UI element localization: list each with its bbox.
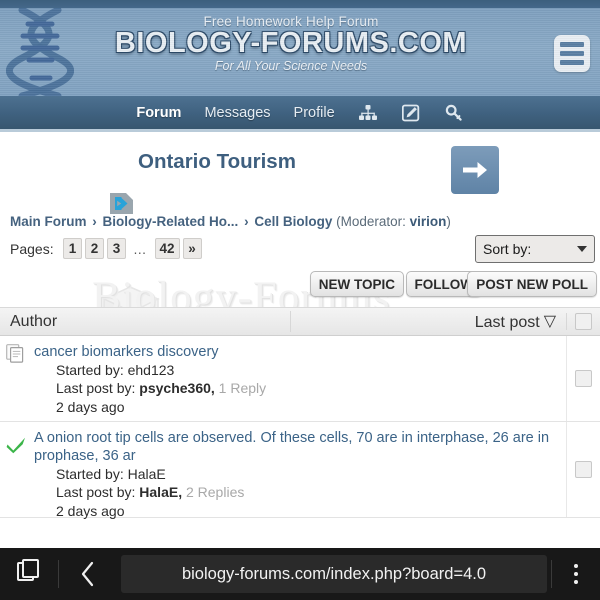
page-link-3[interactable]: 3 (107, 238, 126, 259)
started-by-label: Started by: (56, 466, 124, 483)
breadcrumb-separator-2: › (244, 214, 249, 229)
pages-document-icon (0, 336, 32, 421)
started-by-user[interactable]: ehd123 (128, 362, 175, 378)
main-navigation: Forum Messages Profile (0, 96, 600, 132)
last-post-user[interactable]: psyche360, (139, 380, 215, 396)
topic-title-link[interactable]: A onion root tip cells are observed. Of … (34, 429, 562, 465)
page-link-1[interactable]: 1 (63, 238, 82, 259)
nav-item-messages[interactable]: Messages (204, 105, 270, 121)
brand-tagline-bottom: For All Your Science Needs (214, 59, 368, 74)
last-post-label: Last post by: (56, 380, 136, 397)
ad-title[interactable]: Ontario Tourism (138, 150, 296, 174)
topic-title-link[interactable]: cancer biomarkers discovery (34, 343, 562, 361)
last-post-user[interactable]: HalaE, (139, 484, 182, 500)
topic-started-by: Started by: HalaE (56, 465, 562, 483)
sitemap-icon[interactable] (358, 103, 378, 123)
pages-label: Pages: (10, 241, 54, 257)
topic-timestamp: 2 days ago (56, 502, 125, 519)
topic-timestamp: 2 days ago (56, 398, 125, 415)
row-checkbox-cell[interactable] (566, 422, 600, 517)
row-checkbox-cell[interactable] (566, 336, 600, 421)
column-header-last-post[interactable]: Last post ▽ (290, 311, 566, 332)
sort-by-dropdown[interactable]: Sort by: (475, 235, 595, 263)
column-header-last-post-label: Last post (474, 314, 540, 331)
started-by-user[interactable]: HalaE (128, 466, 166, 482)
post-new-poll-button[interactable]: POST NEW POLL (467, 271, 597, 297)
page-link-42[interactable]: 42 (154, 238, 180, 259)
status-strip (0, 0, 600, 8)
tab-switcher-icon[interactable] (0, 559, 58, 586)
breadcrumb-item-cell-biology[interactable]: Cell Biology (254, 214, 332, 229)
breadcrumb-item-main-forum[interactable]: Main Forum (10, 214, 87, 229)
overflow-menu-icon[interactable] (552, 564, 600, 584)
dna-helix-icon (5, 8, 75, 96)
select-all-checkbox[interactable] (575, 313, 592, 330)
row-checkbox[interactable] (575, 461, 592, 478)
started-by-label: Started by: (56, 362, 124, 379)
site-header: Free Homework Help Forum BIOLOGY-FORUMS.… (0, 8, 600, 96)
sort-by-label: Sort by: (483, 241, 532, 257)
chevron-left-icon[interactable] (59, 561, 117, 587)
topic-actions: NEW TOPIC FOLLOW POST NEW POLL (0, 271, 600, 303)
reply-count: 2 Replies (185, 484, 245, 501)
url-bar[interactable]: biology-forums.com/index.php?board=4.0 (121, 555, 547, 593)
browser-bottom-bar: biology-forums.com/index.php?board=4.0 (0, 548, 600, 600)
nav-item-forum[interactable]: Forum (136, 105, 181, 121)
browser-viewport: Free Homework Help Forum BIOLOGY-FORUMS.… (0, 0, 600, 600)
new-topic-button[interactable]: NEW TOPIC (309, 271, 404, 297)
reply-count: 1 Reply (218, 380, 267, 397)
hamburger-menu-icon[interactable] (554, 35, 590, 72)
table-row[interactable]: cancer biomarkers discovery Started by: … (0, 336, 600, 422)
last-post-label: Last post by: (56, 484, 136, 501)
moderator-label: (Moderator: (336, 214, 406, 229)
pagination-row: Pages: 1 2 3 … 42 » Sort by: (0, 229, 600, 271)
table-row[interactable]: A onion root tip cells are observed. Of … (0, 422, 600, 519)
page-link-next[interactable]: » (182, 238, 202, 259)
green-check-icon (0, 422, 32, 517)
nav-item-profile[interactable]: Profile (294, 105, 335, 121)
site-brand[interactable]: Free Homework Help Forum BIOLOGY-FORUMS.… (76, 14, 506, 73)
moderator-name[interactable]: virion (410, 214, 447, 229)
topic-last-post: Last post by: HalaE, 2 Replies (56, 483, 562, 501)
chevron-down-icon (577, 246, 587, 252)
table-header-row: Author Last post ▽ (0, 308, 600, 336)
breadcrumb-separator: › (92, 214, 97, 229)
moderator-info: (Moderator: virion) (336, 214, 451, 229)
pagination-controls: 1 2 3 … 42 » (63, 238, 202, 259)
row-checkbox[interactable] (575, 370, 592, 387)
topic-last-post: Last post by: psyche360, 1 Reply (56, 379, 562, 397)
topic-list-table: Author Last post ▽ cancer biomarkers dis… (0, 307, 600, 519)
topic-info: A onion root tip cells are observed. Of … (32, 422, 566, 519)
sort-descending-icon: ▽ (543, 313, 556, 330)
breadcrumb-item-biology-related[interactable]: Biology-Related Ho... (103, 214, 239, 229)
breadcrumb: Main Forum › Biology-Related Ho... › Cel… (0, 212, 600, 229)
key-login-icon[interactable] (444, 103, 464, 123)
moderator-close: ) (446, 214, 451, 229)
arrow-right-icon[interactable] (451, 146, 499, 194)
column-header-author[interactable]: Author (0, 313, 290, 331)
page-ellipsis: … (133, 242, 148, 257)
advertisement-block[interactable]: Ontario Tourism (0, 132, 600, 212)
brand-wordmark: BIOLOGY-FORUMS.COM (114, 27, 468, 59)
page-link-2[interactable]: 2 (85, 238, 104, 259)
select-all-checkbox-cell[interactable] (566, 313, 600, 330)
compose-edit-icon[interactable] (401, 103, 421, 123)
adchoices-icon[interactable] (110, 193, 133, 214)
topic-started-by: Started by: ehd123 (56, 361, 562, 379)
topic-info: cancer biomarkers discovery Started by: … (32, 336, 566, 421)
